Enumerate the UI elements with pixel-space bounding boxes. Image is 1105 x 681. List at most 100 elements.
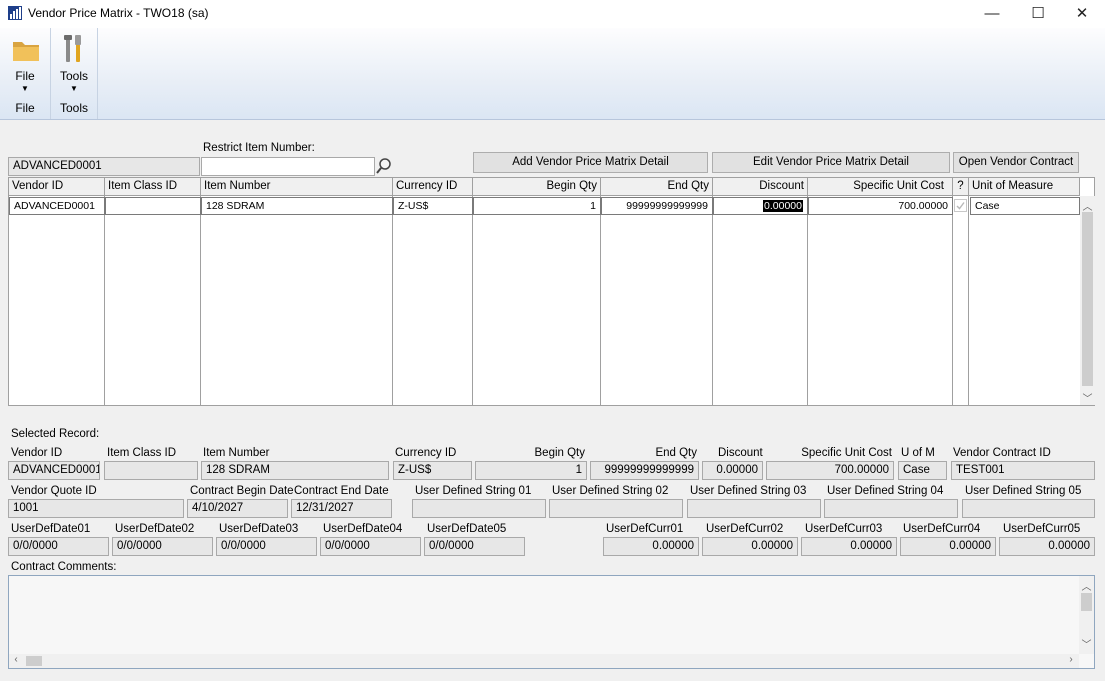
file-menu-button[interactable]: File ▼: [2, 32, 48, 96]
col-header-discount[interactable]: Discount: [713, 178, 808, 196]
sel-item-class-id-label: Item Class ID: [107, 447, 177, 459]
scrollbar-thumb[interactable]: [1081, 593, 1092, 611]
scroll-up-icon[interactable]: ︿: [1080, 198, 1095, 213]
cell-specific-unit-cost[interactable]: 700.00000: [808, 197, 953, 215]
close-button[interactable]: ✕: [1059, 0, 1105, 28]
cell-unit-of-measure[interactable]: Case: [970, 197, 1080, 215]
ribbon-group-file: File ▼ File: [0, 28, 51, 119]
sel-udd04-field: 0/0/0000: [320, 537, 421, 556]
scrollbar-thumb[interactable]: [26, 656, 42, 666]
cell-vendor-id[interactable]: ADVANCED0001: [9, 197, 105, 215]
cell-currency-id[interactable]: Z-US$: [393, 197, 473, 215]
sel-udd03-field: 0/0/0000: [216, 537, 317, 556]
sel-uds05-label: User Defined String 05: [965, 485, 1082, 497]
selected-record-heading: Selected Record:: [11, 428, 100, 440]
sel-udd02-field: 0/0/0000: [112, 537, 213, 556]
scroll-left-icon[interactable]: ‹: [9, 654, 23, 665]
sel-vendor-contract-id-field: TEST001: [951, 461, 1095, 480]
minimize-button[interactable]: —: [969, 0, 1015, 28]
sel-udc04-label: UserDefCurr04: [903, 523, 981, 535]
sel-udc01-field: 0.00000: [603, 537, 699, 556]
row-checkbox[interactable]: [954, 199, 967, 212]
sel-item-number-field: 128 SDRAM: [201, 461, 389, 480]
sel-udc05-field: 0.00000: [999, 537, 1095, 556]
grid-column: [473, 196, 601, 405]
scrollbar-thumb[interactable]: [1082, 212, 1093, 386]
file-menu-label: File: [15, 69, 35, 83]
col-header-currency-id[interactable]: Currency ID: [393, 178, 473, 196]
restrict-item-label: Restrict Item Number:: [203, 142, 315, 154]
restrict-item-input[interactable]: [201, 157, 375, 176]
chevron-down-icon: ▼: [70, 84, 78, 93]
cell-item-number[interactable]: 128 SDRAM: [201, 197, 393, 215]
sel-uds02-field: [549, 499, 683, 518]
col-header-item-class-id[interactable]: Item Class ID: [105, 178, 201, 196]
scroll-up-icon[interactable]: ︿: [1079, 578, 1094, 593]
col-header-question[interactable]: ?: [953, 178, 969, 196]
contract-comments-label: Contract Comments:: [11, 561, 117, 573]
grid-vertical-scrollbar[interactable]: ︿ ﹀: [1080, 196, 1095, 405]
tools-icon: [64, 35, 81, 62]
sel-udd01-field: 0/0/0000: [8, 537, 109, 556]
sel-currency-id-label: Currency ID: [395, 447, 457, 459]
cell-end-qty[interactable]: 99999999999999: [601, 197, 713, 215]
sel-udc02-label: UserDefCurr02: [706, 523, 784, 535]
tools-menu-label: Tools: [59, 69, 88, 83]
sel-u-of-m-label: U of M: [901, 447, 935, 459]
edit-price-matrix-detail-button[interactable]: Edit Vendor Price Matrix Detail: [712, 152, 950, 173]
sel-udd05-label: UserDefDate05: [427, 523, 507, 535]
sel-udc02-field: 0.00000: [702, 537, 798, 556]
sel-udc03-field: 0.00000: [801, 537, 897, 556]
sel-discount-field: 0.00000: [702, 461, 763, 480]
sel-item-number-label: Item Number: [203, 447, 270, 459]
grid-column: [105, 196, 201, 405]
sel-uds02-label: User Defined String 02: [552, 485, 669, 497]
sel-discount-label: Discount: [718, 447, 763, 459]
grid-column: [713, 196, 808, 405]
sel-u-of-m-field: Case: [898, 461, 947, 480]
lookup-button[interactable]: [375, 157, 393, 176]
col-header-specific-unit-cost[interactable]: Specific Unit Cost: [808, 178, 953, 196]
sel-begin-qty-label: Begin Qty: [534, 447, 586, 459]
sel-begin-qty-field: 1: [475, 461, 587, 480]
app-chart-icon: [8, 6, 22, 20]
scroll-down-icon[interactable]: ﹀: [1080, 390, 1095, 405]
sel-udc01-label: UserDefCurr01: [606, 523, 684, 535]
cell-discount[interactable]: 0.00000: [713, 197, 808, 215]
col-header-vendor-id[interactable]: Vendor ID: [9, 178, 105, 196]
grid-column: [601, 196, 713, 405]
comments-vertical-scrollbar[interactable]: ︿ ﹀: [1079, 576, 1094, 654]
contract-comments-textarea[interactable]: ︿ ﹀ ‹ ›: [8, 575, 1095, 669]
scroll-down-icon[interactable]: ﹀: [1079, 636, 1094, 651]
sel-uds03-field: [687, 499, 821, 518]
sel-contract-begin-date-label: Contract Begin Date: [190, 485, 294, 497]
sel-contract-end-date-field: 12/31/2027: [291, 499, 392, 518]
col-header-end-qty[interactable]: End Qty: [601, 178, 713, 196]
scroll-right-icon[interactable]: ›: [1064, 654, 1078, 665]
add-price-matrix-detail-button[interactable]: Add Vendor Price Matrix Detail: [473, 152, 708, 173]
grid-column: [808, 196, 953, 405]
col-header-begin-qty[interactable]: Begin Qty: [473, 178, 601, 196]
cell-item-class-id[interactable]: [105, 197, 201, 215]
magnifier-icon: [376, 158, 391, 174]
maximize-button[interactable]: ☐: [1015, 0, 1061, 28]
comments-horizontal-scrollbar[interactable]: ‹ ›: [9, 654, 1079, 668]
sel-uds01-label: User Defined String 01: [415, 485, 532, 497]
col-header-unit-of-measure[interactable]: Unit of Measure: [969, 178, 1080, 196]
tools-group-label: Tools: [59, 101, 88, 115]
sel-vendor-contract-id-label: Vendor Contract ID: [953, 447, 1051, 459]
grid-column: [953, 196, 969, 405]
sel-uds05-field: [962, 499, 1095, 518]
sel-udc04-field: 0.00000: [900, 537, 996, 556]
sel-uds03-label: User Defined String 03: [690, 485, 807, 497]
col-header-item-number[interactable]: Item Number: [201, 178, 393, 196]
open-vendor-contract-button[interactable]: Open Vendor Contract: [953, 152, 1079, 173]
sel-udd03-label: UserDefDate03: [219, 523, 299, 535]
sel-vendor-id-field: ADVANCED0001: [8, 461, 100, 480]
folder-icon: [13, 42, 39, 61]
sel-udc05-label: UserDefCurr05: [1003, 523, 1081, 535]
sel-item-class-id-field: [104, 461, 198, 480]
cell-begin-qty[interactable]: 1: [473, 197, 601, 215]
grid-column: [201, 196, 393, 405]
tools-menu-button[interactable]: Tools ▼: [52, 32, 96, 96]
